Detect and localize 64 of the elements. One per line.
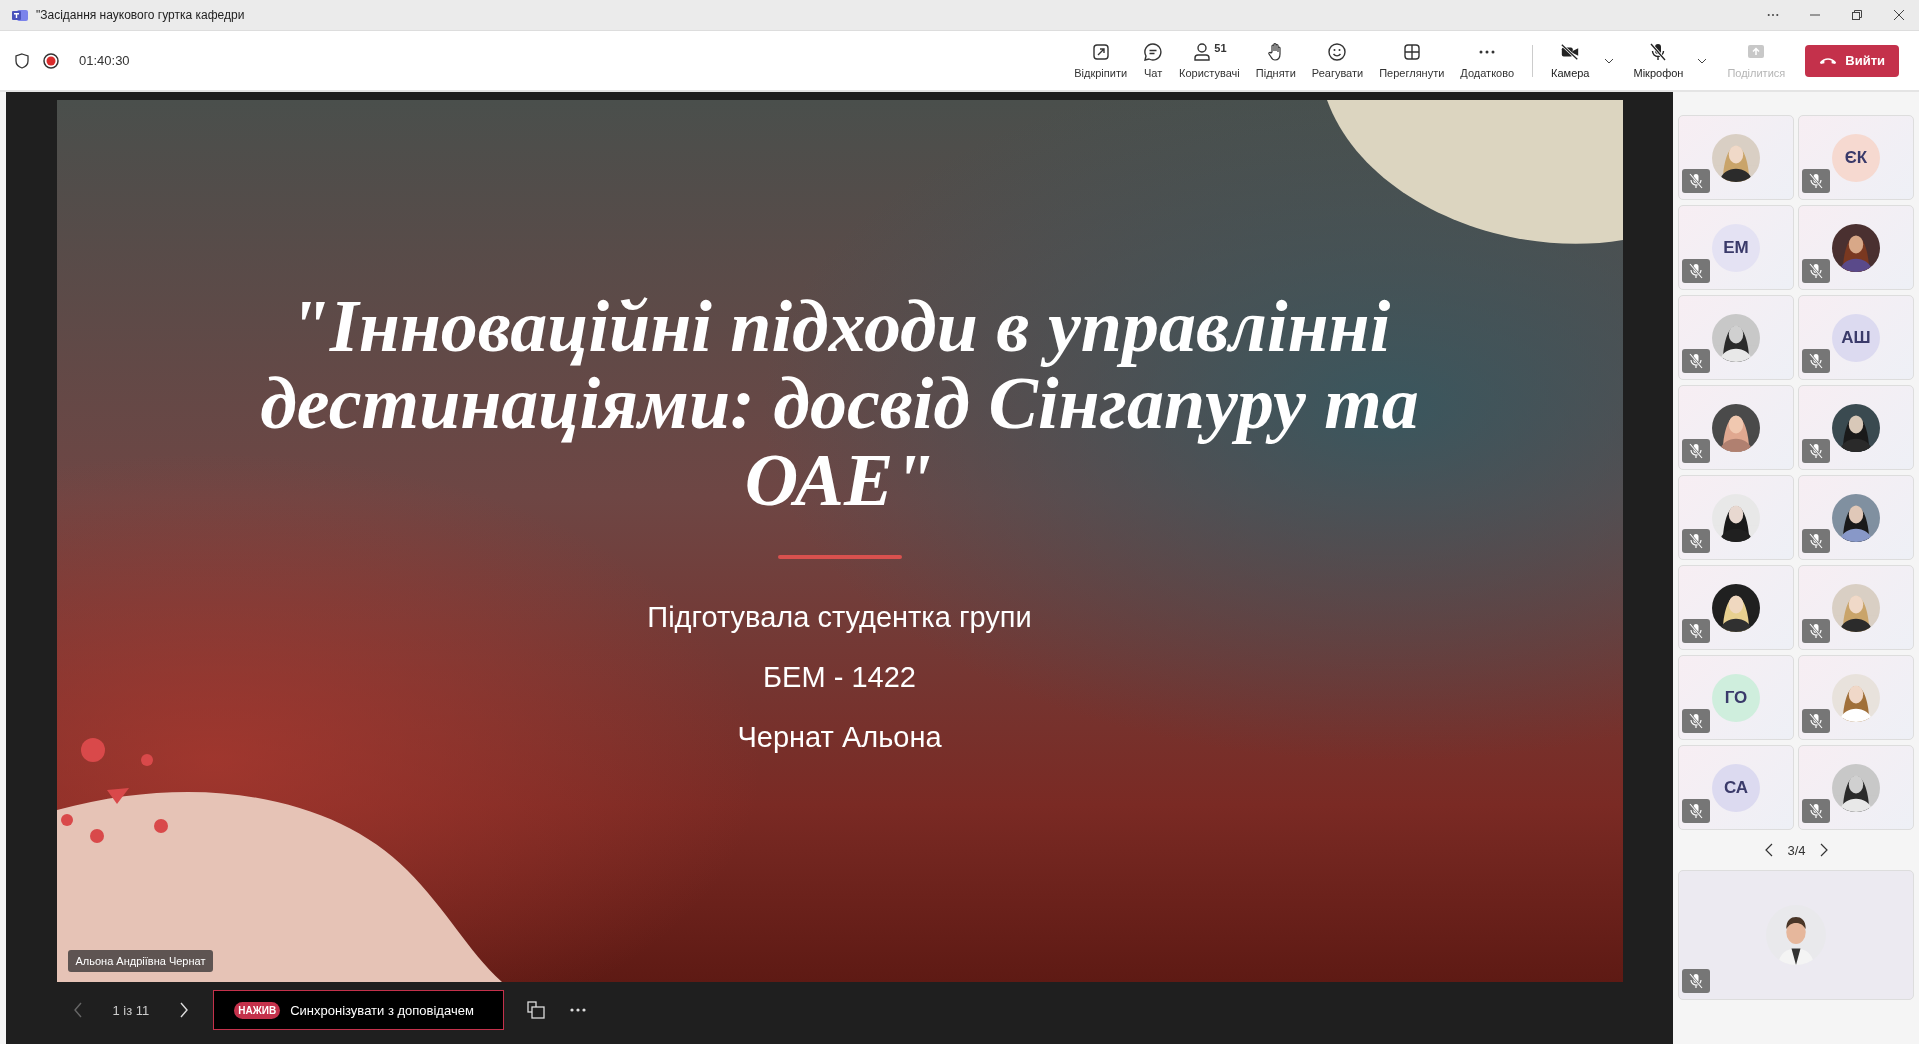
sync-with-presenter-button[interactable]: НАЖИВ Синхронізувати з доповідачем: [213, 990, 505, 1030]
next-slide-icon[interactable]: [179, 1002, 190, 1018]
toolbar-button[interactable]: Додатково: [1452, 38, 1523, 83]
toolbar-button[interactable]: Реагувати: [1303, 38, 1372, 83]
next-page-icon[interactable]: [1819, 843, 1828, 857]
participant-tile[interactable]: [1678, 475, 1794, 560]
participant-tile[interactable]: [1678, 565, 1794, 650]
leave-button[interactable]: Вийти: [1805, 44, 1899, 77]
chevron-down-icon[interactable]: [1697, 57, 1708, 64]
toolbar-button[interactable]: Підняти: [1247, 38, 1304, 83]
grid-icon: [1401, 42, 1422, 62]
app-icon: [12, 8, 28, 22]
initials-avatar: СА: [1712, 763, 1760, 812]
chat-icon: [1143, 42, 1164, 62]
phone-hangup-icon: [1819, 56, 1838, 65]
participant-tile[interactable]: АШ: [1798, 295, 1914, 380]
slide-counter: 1 із 11: [112, 1002, 150, 1018]
chevron-down-icon[interactable]: [1603, 57, 1614, 64]
initials-avatar: ГО: [1712, 673, 1760, 722]
participant-tile[interactable]: [1798, 475, 1914, 560]
page-indicator: 3/4: [1787, 842, 1806, 858]
restore-icon[interactable]: [1851, 9, 1863, 21]
layout-icon[interactable]: [526, 1000, 547, 1020]
microphone-off-icon: [1648, 42, 1669, 62]
participant-tile[interactable]: [1798, 655, 1914, 740]
initials-avatar: ЕМ: [1712, 223, 1760, 272]
slide-text: Підготувала студентка групи: [647, 600, 1032, 635]
previous-slide-icon[interactable]: [72, 1002, 83, 1018]
camera-off-icon: [1560, 42, 1581, 62]
participant-tile[interactable]: [1798, 205, 1914, 290]
presenter-name-tag: Альона Андріївна Чернат: [67, 950, 214, 972]
participant-tile[interactable]: СА: [1678, 745, 1794, 830]
participant-tile[interactable]: [1678, 295, 1794, 380]
shield-icon[interactable]: [15, 52, 29, 69]
live-badge: НАЖИВ: [234, 1001, 281, 1019]
participant-tile[interactable]: [1798, 745, 1914, 830]
meeting-timer: 01:40:30: [79, 53, 130, 68]
microphone-button[interactable]: Мікрофон: [1625, 38, 1692, 83]
previous-page-icon[interactable]: [1765, 843, 1774, 857]
participant-tile[interactable]: ЄК: [1798, 115, 1914, 200]
toolbar-button[interactable]: 51 Користувачі: [1171, 38, 1248, 83]
close-icon[interactable]: [1893, 9, 1905, 21]
toolbar-button[interactable]: Відкріпити: [1066, 38, 1136, 83]
more-icon[interactable]: [570, 1008, 587, 1012]
window-title: "Засідання наукового гуртка кафедри: [36, 8, 245, 22]
participant-tile[interactable]: [1798, 565, 1914, 650]
participant-tile[interactable]: [1678, 385, 1794, 470]
smiley-icon: [1327, 42, 1348, 62]
slide-text: Чернат Альона: [737, 720, 942, 755]
participant-tile[interactable]: [1678, 870, 1914, 1000]
more-icon: [1479, 50, 1496, 54]
participant-tile[interactable]: ГО: [1678, 655, 1794, 740]
people-icon: [1192, 42, 1213, 62]
slide-text: БЕМ - 1422: [763, 660, 916, 695]
participant-tile[interactable]: ЕМ: [1678, 205, 1794, 290]
participant-tile[interactable]: [1798, 385, 1914, 470]
toolbar-button[interactable]: Чат: [1135, 38, 1172, 83]
popout-icon: [1090, 42, 1111, 62]
camera-button[interactable]: Камера: [1543, 38, 1598, 83]
initials-avatar: АШ: [1832, 313, 1880, 362]
initials-avatar: ЄК: [1832, 133, 1880, 182]
slide-title: "Інноваційні підходи в управлінні дестинаціями: досвід Сінгапуру та ОАЕ": [259, 288, 1420, 519]
participant-tile[interactable]: [1678, 115, 1794, 200]
toolbar-button[interactable]: Переглянути: [1371, 38, 1453, 83]
